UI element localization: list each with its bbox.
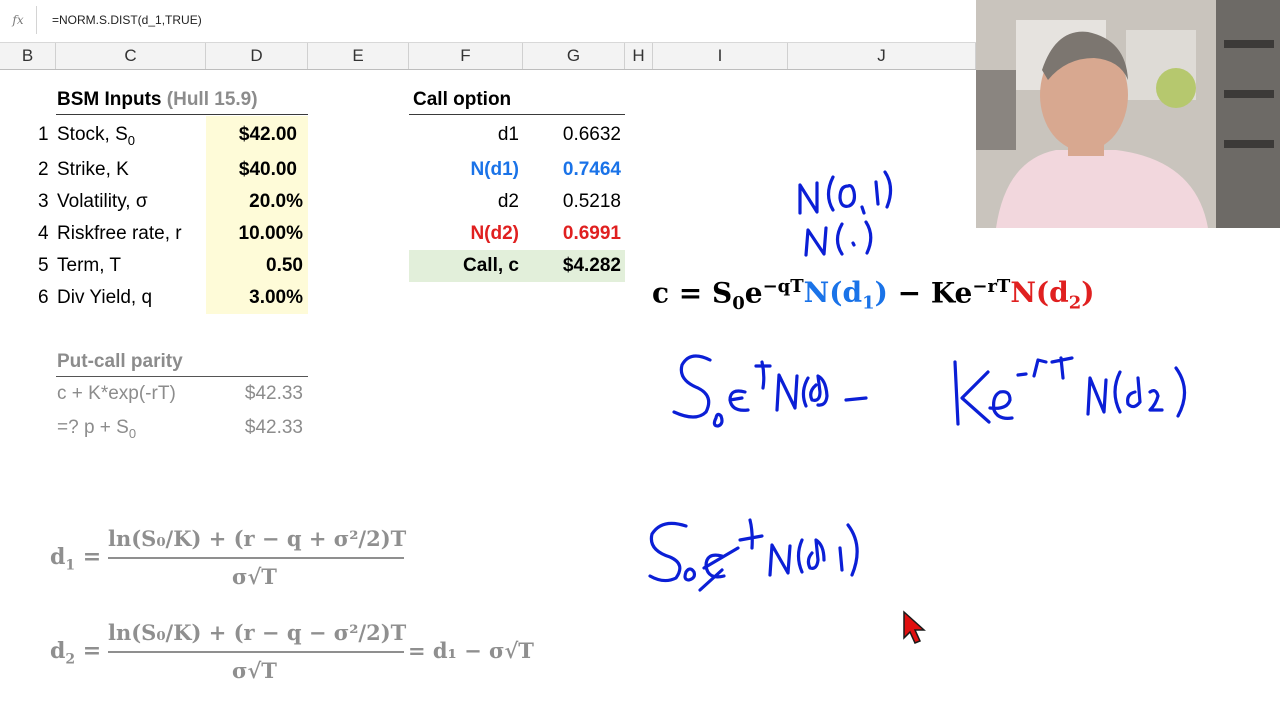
ink-n01 [798, 170, 893, 215]
presenter-webcam [976, 0, 1280, 228]
ink-s0-term [672, 354, 868, 428]
mouse-cursor-icon [903, 610, 926, 644]
ink-bottom-term [648, 518, 859, 592]
ink-n-dot [804, 220, 873, 257]
ink-ke-term [953, 356, 1187, 426]
